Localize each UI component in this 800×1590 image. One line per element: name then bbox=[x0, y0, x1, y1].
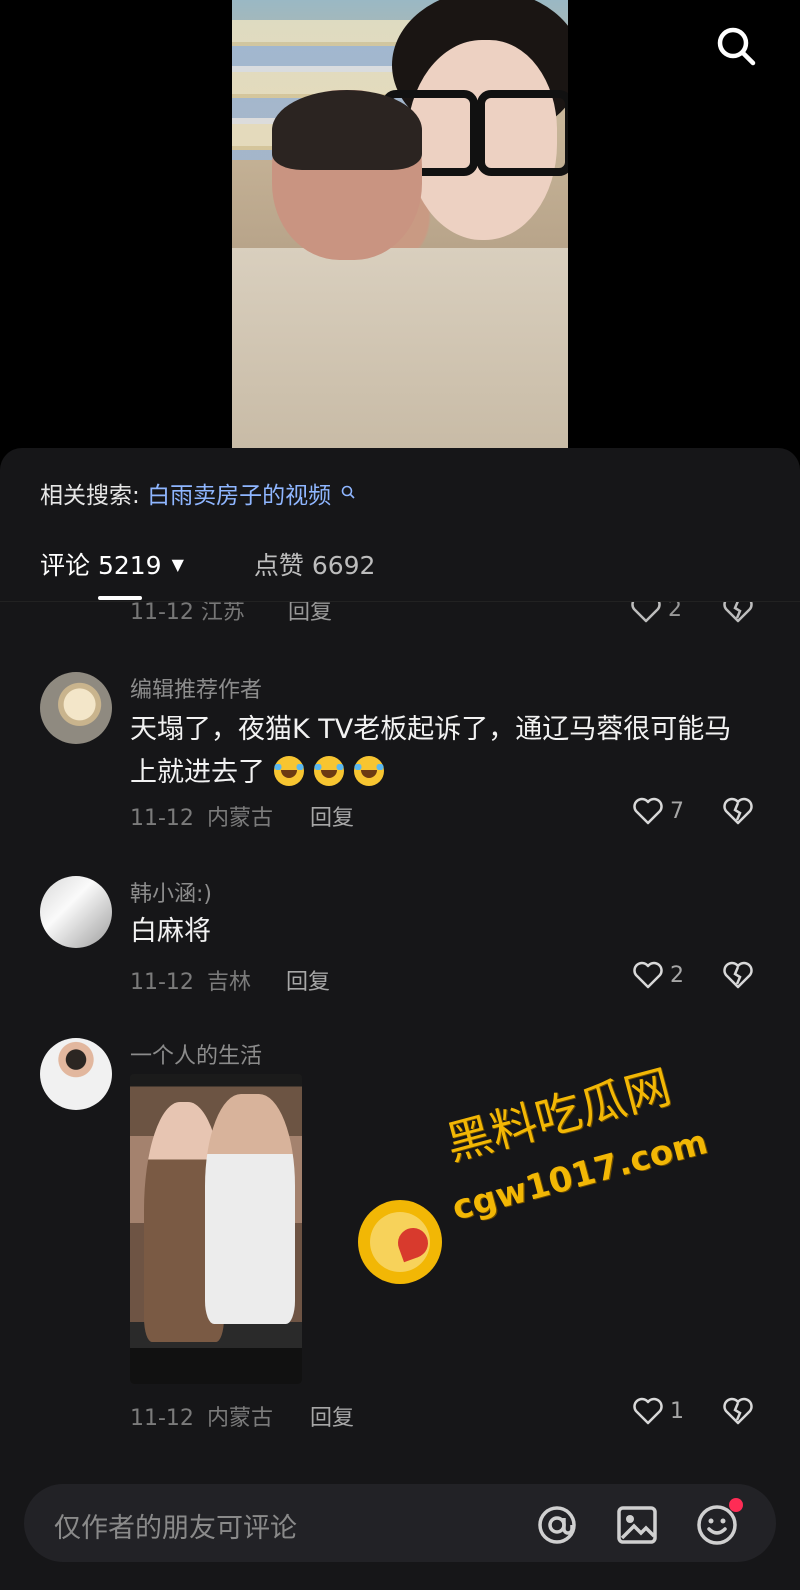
dislike-icon[interactable] bbox=[722, 1396, 754, 1426]
coat-area bbox=[232, 247, 568, 450]
reply-button[interactable]: 回复 bbox=[310, 1400, 354, 1432]
like-button[interactable]: 1 bbox=[632, 1396, 684, 1426]
video-player[interactable] bbox=[0, 0, 800, 460]
tab-likes[interactable]: 点赞 6692 bbox=[254, 546, 376, 582]
comment-image[interactable] bbox=[130, 1074, 302, 1384]
tab-comments-label: 评论 5219 bbox=[40, 551, 162, 580]
video-frame[interactable] bbox=[232, 0, 568, 450]
comment-location: 内蒙古 bbox=[206, 806, 273, 831]
comment-list[interactable]: 11-12 江苏 回复 2 编辑推荐作者 天塌了，夜猫K TV老板起诉了，通辽马… bbox=[0, 602, 800, 1462]
tab-indicator bbox=[98, 596, 142, 600]
comment-meta: 11-12 江苏 bbox=[130, 602, 245, 625]
laugh-cry-emoji-icon bbox=[353, 756, 384, 786]
comment-text-body: 天塌了，夜猫K TV老板起诉了，通辽马蓉很可能马上就进去了 bbox=[130, 714, 732, 788]
related-search: 相关搜索: 白雨卖房子的视频 bbox=[40, 476, 356, 510]
comment-date: 11-12 bbox=[130, 1406, 194, 1431]
comment-meta: 11-12 内蒙古 bbox=[130, 800, 273, 832]
like-button[interactable]: 7 bbox=[632, 796, 684, 826]
reply-button[interactable]: 回复 bbox=[286, 964, 330, 996]
comment-input-bar: 仅作者的朋友可评论 bbox=[0, 1460, 800, 1590]
search-icon[interactable] bbox=[712, 22, 760, 70]
avatar[interactable] bbox=[40, 876, 112, 948]
comment-username[interactable]: 韩小涵:) bbox=[130, 876, 212, 908]
comment-tabs: 评论 5219 ▼ 点赞 6692 bbox=[40, 544, 375, 584]
avatar[interactable] bbox=[40, 672, 112, 744]
image-footer-bar bbox=[130, 1348, 302, 1384]
reply-button[interactable]: 回复 bbox=[310, 800, 354, 832]
like-button[interactable]: 2 bbox=[630, 602, 682, 624]
comment-text: 天塌了，夜猫K TV老板起诉了，通辽马蓉很可能马上就进去了 bbox=[130, 708, 750, 794]
comment-location: 吉林 bbox=[206, 970, 251, 995]
comment-meta: 11-12 内蒙古 bbox=[130, 1400, 273, 1432]
related-search-link[interactable]: 白雨卖房子的视频 bbox=[147, 483, 331, 509]
related-search-label: 相关搜索: bbox=[40, 483, 140, 509]
reply-button[interactable]: 回复 bbox=[288, 602, 332, 626]
laugh-cry-emoji-icon bbox=[313, 756, 344, 786]
comment-date: 11-12 bbox=[130, 970, 194, 995]
comment-meta: 11-12 吉林 bbox=[130, 964, 251, 996]
tab-comments[interactable]: 评论 5219 ▼ bbox=[40, 546, 184, 582]
like-count: 7 bbox=[670, 798, 684, 824]
dislike-icon[interactable] bbox=[722, 960, 754, 990]
dislike-icon[interactable] bbox=[722, 602, 754, 624]
comment-input-placeholder: 仅作者的朋友可评论 bbox=[54, 1513, 297, 1544]
at-icon[interactable] bbox=[534, 1502, 580, 1548]
chevron-down-icon: ▼ bbox=[171, 554, 184, 574]
comment-panel: 相关搜索: 白雨卖房子的视频 评论 5219 ▼ 点赞 6692 11-12 江… bbox=[0, 448, 800, 1590]
like-button[interactable]: 2 bbox=[632, 960, 684, 990]
like-count: 1 bbox=[670, 1398, 684, 1424]
comment-text: 白麻将 bbox=[130, 916, 211, 947]
comment-username[interactable]: 一个人的生活 bbox=[130, 1038, 262, 1070]
search-icon[interactable] bbox=[340, 480, 356, 499]
like-count: 2 bbox=[668, 602, 682, 622]
notification-dot bbox=[729, 1498, 743, 1512]
image-person bbox=[205, 1094, 295, 1324]
comment-input[interactable]: 仅作者的朋友可评论 bbox=[24, 1484, 776, 1562]
laugh-cry-emoji-icon bbox=[273, 756, 304, 786]
like-count: 2 bbox=[670, 962, 684, 988]
child-hair bbox=[272, 90, 422, 170]
comment-date: 11-12 bbox=[130, 806, 194, 831]
dislike-icon[interactable] bbox=[722, 796, 754, 826]
image-icon[interactable] bbox=[614, 1502, 660, 1548]
avatar[interactable] bbox=[40, 1038, 112, 1110]
comment-location: 内蒙古 bbox=[206, 1406, 273, 1431]
comment-username[interactable]: 编辑推荐作者 bbox=[130, 672, 262, 704]
